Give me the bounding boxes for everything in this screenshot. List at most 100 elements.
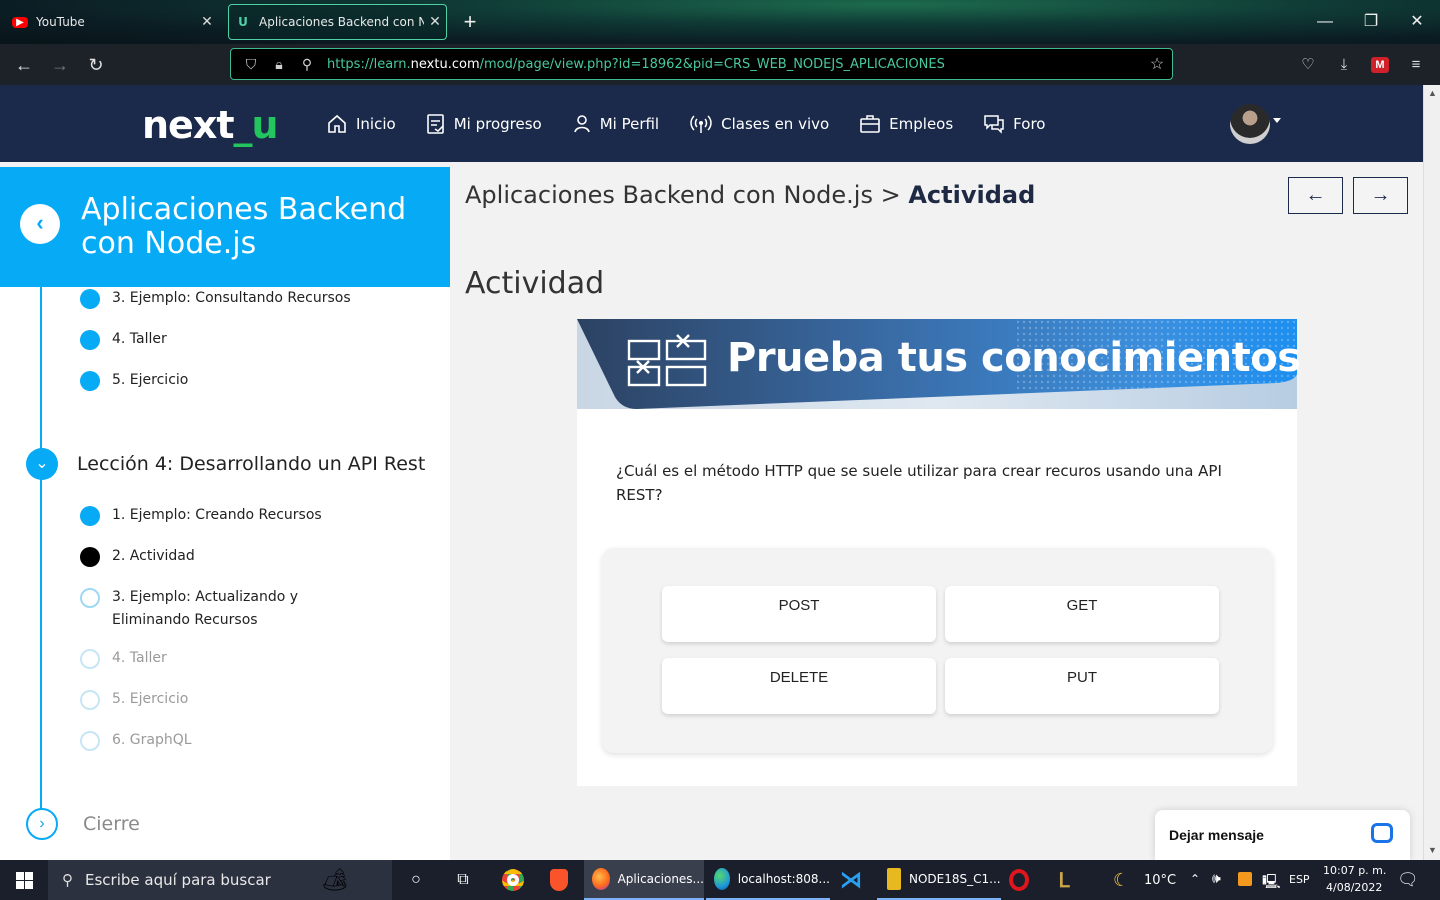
home-icon [328, 114, 346, 133]
hamburger-menu-icon[interactable]: ≡ [1405, 54, 1427, 76]
moon-icon: ☾ [1113, 870, 1130, 891]
breadcrumb-separator: > [880, 181, 901, 209]
league-client-icon[interactable]: Ⅼ [1044, 860, 1084, 900]
avatar[interactable] [1230, 104, 1270, 144]
chat-widget[interactable]: Dejar mensaje [1155, 810, 1410, 860]
chevron-down-icon[interactable] [1273, 118, 1281, 123]
bookmark-star-icon[interactable]: ☆ [1142, 54, 1172, 74]
pocket-icon[interactable]: ♡ [1297, 54, 1319, 76]
sidebar-item[interactable]: 1. Ejemplo: Creando Recursos [80, 506, 322, 527]
page-scrollbar[interactable]: ▲ ▼ [1423, 85, 1440, 860]
completed-dot-icon [80, 289, 100, 309]
search-icon: ⚲ [62, 872, 73, 889]
permissions-icon[interactable]: ⚲ [299, 56, 315, 73]
address-bar[interactable]: ⛉ 🔒︎ ⚲ https://learn.nextu.com/mod/page/… [230, 48, 1173, 80]
sidebar-item[interactable]: 5. Ejercicio [80, 690, 188, 711]
menu-item-foro[interactable]: Foro [983, 113, 1045, 135]
weather-temp[interactable]: 10°C [1144, 873, 1176, 888]
breadcrumb-course[interactable]: Aplicaciones Backend con Node.js [465, 181, 873, 209]
sidebar-item[interactable]: 3. Ejemplo: Consultando Recursos [80, 289, 351, 310]
sidebar-item[interactable]: 6. GraphQL [80, 731, 192, 752]
course-sidebar: ‹ Aplicaciones Backend con Node.js 3. Ej… [0, 167, 450, 860]
notifications-icon[interactable]: 🗨︎ [1397, 870, 1419, 890]
tray-chevron-up-icon[interactable]: ⌃ [1190, 872, 1200, 886]
tab-youtube[interactable]: ▶ YouTube ✕ [6, 4, 218, 40]
opera-icon[interactable] [999, 860, 1039, 900]
shield-icon[interactable]: ⛉ [243, 56, 259, 73]
taskbar-search-input[interactable]: ⚲ Escribe aquí para buscar 🏕︎ [48, 860, 392, 900]
sidebar-item-label: 6. GraphQL [112, 732, 192, 748]
answer-option-put[interactable]: PUT [945, 658, 1219, 714]
lock-icon[interactable]: 🔒︎ [271, 56, 287, 73]
scroll-down-icon[interactable]: ▼ [1424, 845, 1440, 855]
brave-icon[interactable] [539, 860, 579, 900]
minimize-icon[interactable]: — [1302, 8, 1348, 36]
youtube-icon: ▶ [12, 16, 28, 28]
sidebar-item[interactable]: 3. Ejemplo: Actualizando y Eliminando Re… [80, 588, 380, 632]
language-indicator[interactable]: ESP [1289, 873, 1310, 886]
windows-start-button[interactable] [0, 860, 48, 900]
menu-item-perfil[interactable]: Mi Perfil [572, 113, 659, 135]
back-icon[interactable]: ← [11, 52, 37, 78]
clock-time[interactable]: 10:07 p. m. [1323, 864, 1386, 877]
nextu-favicon-icon: U [238, 15, 248, 29]
sidebar-item[interactable]: 4. Taller [80, 649, 167, 670]
restore-icon[interactable]: ❐ [1348, 8, 1394, 36]
menu-item-inicio[interactable]: Inicio [326, 113, 396, 135]
taskbar-app-explorer[interactable]: NODE18S_C1... [877, 860, 1001, 900]
folder-icon [887, 868, 901, 890]
reload-icon[interactable]: ↻ [83, 52, 109, 78]
breadcrumb: Aplicaciones Backend con Node.js > Activ… [465, 181, 1035, 209]
sidebar-item-current[interactable]: 2. Actividad [80, 547, 195, 568]
sidebar-item-label: 4. Taller [112, 331, 167, 347]
sidebar-item-label: 1. Ejemplo: Creando Recursos [112, 507, 322, 523]
menu-label: Clases en vivo [721, 114, 830, 133]
taskbar-app-edge[interactable]: localhost:808... [706, 860, 830, 900]
chrome-icon[interactable] [493, 860, 533, 900]
extension-icon[interactable]: M [1371, 57, 1389, 73]
answer-option-delete[interactable]: DELETE [662, 658, 936, 714]
sidebar-item[interactable]: 5. Ejercicio [80, 371, 188, 392]
scroll-up-icon[interactable]: ▲ [1424, 88, 1440, 98]
clock-date[interactable]: 4/08/2022 [1326, 881, 1382, 894]
sidebar-item[interactable]: 4. Taller [80, 330, 167, 351]
nextu-logo[interactable]: next_u [142, 103, 279, 147]
site-header: next_u Inicio Mi progreso Mi Perfil Clas… [0, 85, 1423, 162]
completed-dot-icon [80, 506, 100, 526]
vscode-icon[interactable]: ⋊ [831, 860, 871, 900]
progress-icon [426, 113, 444, 134]
page-title: Actividad [465, 266, 605, 301]
task-view-icon[interactable]: ⧉ [443, 860, 483, 900]
sidebar-item-label: 4. Taller [112, 650, 167, 666]
weather-scene-icon: 🏕︎ [320, 867, 349, 892]
broadcast-icon [690, 114, 712, 133]
lesson-header[interactable]: ⌄ Lección 4: Desarrollando un API Rest [26, 448, 425, 480]
tray-app-icon[interactable] [1238, 872, 1252, 886]
next-page-button[interactable]: → [1353, 177, 1408, 214]
window-close-icon[interactable]: ✕ [1394, 8, 1440, 36]
back-circle-button[interactable]: ‹ [20, 204, 60, 244]
sidebar-item-label: 3. Ejemplo: Consultando Recursos [112, 290, 351, 306]
network-icon[interactable]: 🖳 [1262, 871, 1281, 895]
url-text[interactable]: https://learn.nextu.com/mod/page/view.ph… [327, 57, 1142, 72]
tab-nextu[interactable]: U Aplicaciones Backend con Node ✕ [228, 4, 447, 40]
answer-option-get[interactable]: GET [945, 586, 1219, 642]
menu-item-empleos[interactable]: Empleos [859, 113, 953, 135]
sidebar-header: ‹ Aplicaciones Backend con Node.js [0, 167, 450, 287]
taskbar-app-firefox[interactable]: Aplicaciones... [584, 860, 704, 900]
previous-page-button[interactable]: ← [1288, 177, 1343, 214]
close-tab-icon[interactable]: ✕ [424, 14, 446, 30]
downloads-icon[interactable]: ⤓ [1333, 54, 1355, 76]
new-tab-button[interactable]: + [458, 8, 482, 36]
close-tab-icon[interactable]: ✕ [196, 14, 218, 30]
chevron-right-icon: › [26, 808, 58, 840]
menu-item-progreso[interactable]: Mi progreso [426, 113, 542, 135]
taskbar-app-label: Aplicaciones... [617, 872, 704, 886]
closing-section[interactable]: › Cierre [26, 808, 140, 840]
volume-icon[interactable]: 🕪︎ [1212, 871, 1221, 887]
sidebar-item-label: 3. Ejemplo: Actualizando y Eliminando Re… [112, 589, 299, 628]
forward-icon[interactable]: → [47, 52, 73, 78]
answer-option-post[interactable]: POST [662, 586, 936, 642]
cortana-icon[interactable]: ○ [396, 860, 436, 900]
menu-item-clases[interactable]: Clases en vivo [689, 113, 829, 135]
